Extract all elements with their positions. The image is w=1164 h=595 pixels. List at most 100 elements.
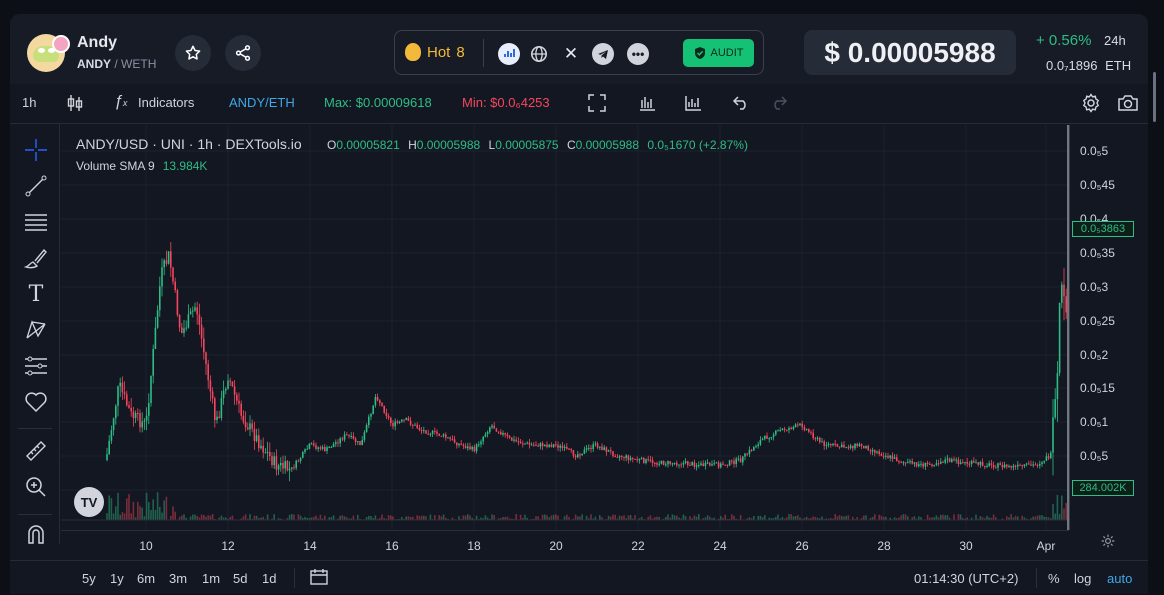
volume-bar xyxy=(607,515,610,520)
volume-bar xyxy=(1065,502,1067,520)
text-tool-icon[interactable]: T xyxy=(23,281,49,307)
candle-body xyxy=(742,456,744,463)
axis-settings-gear-icon[interactable] xyxy=(1100,533,1116,554)
fib-retracement-icon[interactable] xyxy=(23,209,49,235)
price-axis-label: 0.0₅5 xyxy=(1080,144,1109,158)
candle-body xyxy=(126,394,128,406)
telegram-icon[interactable] xyxy=(592,43,614,65)
tradingview-logo[interactable]: TV xyxy=(74,487,104,517)
candle-body xyxy=(385,412,388,417)
candle-body xyxy=(772,434,775,437)
candle-body xyxy=(220,398,223,419)
volume-bar xyxy=(979,516,982,520)
candle-body xyxy=(856,443,858,447)
candle-body xyxy=(251,423,253,429)
range-button-1d[interactable]: 1d xyxy=(262,571,276,586)
volume-bar xyxy=(623,515,625,520)
range-button-1y[interactable]: 1y xyxy=(110,571,124,586)
candle-body xyxy=(222,390,225,399)
range-button-1m[interactable]: 1m xyxy=(202,571,220,586)
brush-icon[interactable] xyxy=(23,245,49,271)
volume-bar xyxy=(1054,513,1056,520)
candle-body xyxy=(612,451,614,456)
bar-chart-icon[interactable] xyxy=(638,94,656,115)
candle-body xyxy=(876,451,878,453)
candle-body xyxy=(143,420,146,422)
volume-bar xyxy=(1063,508,1065,520)
prediction-tool-icon[interactable] xyxy=(23,353,49,379)
candle-body xyxy=(682,463,685,465)
candle-body xyxy=(1047,456,1050,459)
range-button-5d[interactable]: 5d xyxy=(233,571,247,586)
volume-bar xyxy=(585,515,588,520)
interval-selector[interactable]: 1h xyxy=(22,95,36,110)
candle-body xyxy=(192,310,194,312)
settings-gear-icon[interactable] xyxy=(1081,93,1101,116)
candle-body xyxy=(662,460,665,465)
compare-chart-icon[interactable] xyxy=(684,94,702,115)
indicators-button[interactable]: Indicators xyxy=(138,95,194,110)
more-options-icon[interactable]: ••• xyxy=(627,43,649,65)
volume-bar xyxy=(552,514,555,520)
scrollbar-thumb[interactable] xyxy=(1153,72,1156,122)
screenshot-camera-icon[interactable] xyxy=(1117,93,1139,116)
price-chart[interactable]: ANDY/USD · UNI · 1h · DEXTools.io O0.000… xyxy=(61,125,1069,530)
utc-clock[interactable]: 01:14:30 (UTC+2) xyxy=(914,571,1018,586)
candle-body xyxy=(555,444,557,446)
candle-body xyxy=(1006,464,1008,467)
range-button-5y[interactable]: 5y xyxy=(82,571,96,586)
magnet-icon[interactable] xyxy=(23,522,49,548)
volume-bar xyxy=(709,516,711,520)
chart-canvas[interactable] xyxy=(61,125,1069,530)
favorite-star-button[interactable] xyxy=(175,35,211,71)
dextscore-icon[interactable] xyxy=(498,43,520,65)
range-button-3m[interactable]: 3m xyxy=(169,571,187,586)
candle-body xyxy=(163,260,165,268)
compare-date-range-icon[interactable] xyxy=(310,569,328,588)
time-axis[interactable]: 10 12 14 16 18 20 22 24 26 28 30 Apr xyxy=(61,530,1069,560)
volume-bar xyxy=(841,516,843,520)
candle-body xyxy=(585,448,588,450)
price-axis-label: 0.0₅5 xyxy=(1080,449,1109,463)
candle-body xyxy=(1003,464,1006,468)
hot-rank[interactable]: Hot 8 xyxy=(405,43,465,61)
trend-line-icon[interactable] xyxy=(23,173,49,199)
volume-bar xyxy=(407,516,410,520)
candle-body xyxy=(825,445,828,447)
crosshair-icon[interactable] xyxy=(23,137,49,163)
candle-body xyxy=(739,458,742,463)
candle-body xyxy=(819,437,821,443)
auto-toggle[interactable]: auto xyxy=(1107,571,1132,586)
range-button-6m[interactable]: 6m xyxy=(137,571,155,586)
zoom-in-icon[interactable] xyxy=(23,474,49,500)
candle-body xyxy=(513,439,515,441)
candle-body xyxy=(852,445,854,449)
log-toggle[interactable]: log xyxy=(1074,571,1091,586)
website-globe-icon[interactable] xyxy=(528,43,550,65)
share-button[interactable] xyxy=(225,35,261,71)
candle-body xyxy=(458,443,460,446)
page-scrollbar[interactable] xyxy=(1150,20,1164,595)
price-axis[interactable]: 0.0₅5 0.0₅45 0.0₅4 0.0₅35 0.0₅3 0.0₅25 0.0₅2 0.… xyxy=(1069,125,1148,530)
pattern-tool-icon[interactable] xyxy=(23,317,49,343)
volume-bar xyxy=(581,514,583,520)
pair-label[interactable]: ANDY/ETH xyxy=(229,95,295,110)
candle-body xyxy=(196,307,198,315)
undo-icon[interactable] xyxy=(732,94,750,113)
x-twitter-icon[interactable]: ✕ xyxy=(560,43,582,65)
percent-toggle[interactable]: % xyxy=(1048,571,1060,586)
fullscreen-icon[interactable] xyxy=(588,94,606,115)
indicators-fx-icon[interactable]: ƒx xyxy=(114,93,127,111)
volume-bar xyxy=(156,492,159,520)
heart-icon[interactable] xyxy=(23,389,49,415)
volume-bar xyxy=(946,515,949,520)
candle-body xyxy=(658,463,660,465)
volume-bar xyxy=(821,516,823,520)
candle-type-icon[interactable] xyxy=(67,93,83,116)
candle-body xyxy=(933,464,935,466)
ruler-icon[interactable] xyxy=(23,438,49,464)
volume-bar xyxy=(368,515,370,520)
redo-icon[interactable] xyxy=(770,94,788,113)
audit-button[interactable]: AUDIT xyxy=(683,39,754,67)
candle-body xyxy=(643,458,645,464)
